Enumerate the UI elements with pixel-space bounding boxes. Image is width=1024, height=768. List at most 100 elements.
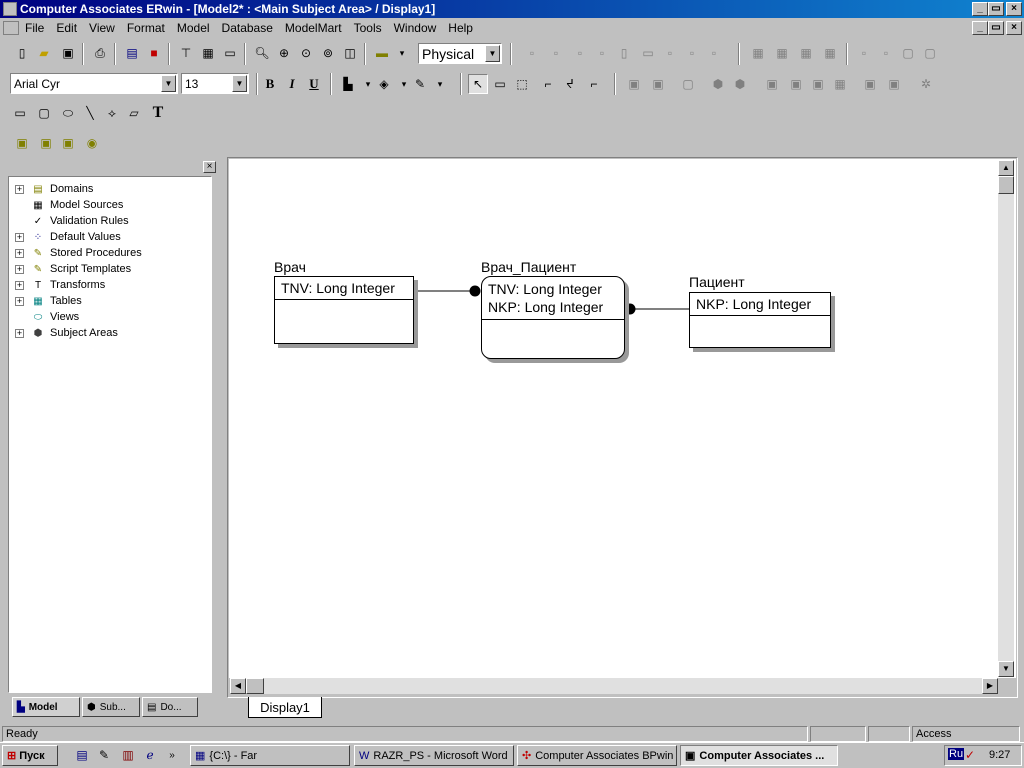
- db-icon-4[interactable]: ⬢: [730, 74, 750, 94]
- task-word[interactable]: W RAZR_PS - Microsoft Word: [354, 745, 514, 766]
- scroll-thumb-vertical[interactable]: [998, 176, 1014, 194]
- tree-item-views[interactable]: ⬭ Views: [9, 309, 79, 325]
- doc-close-button[interactable]: ×: [1006, 21, 1022, 35]
- align-icon-2[interactable]: ▫: [546, 43, 566, 63]
- font-size-select[interactable]: 13 ▼: [181, 73, 249, 94]
- align-icon-9[interactable]: ▫: [704, 43, 724, 63]
- volume-icon[interactable]: ✓: [965, 748, 975, 762]
- line-color-icon[interactable]: ◈: [374, 74, 394, 94]
- language-indicator[interactable]: Ru: [948, 748, 965, 760]
- menu-tools[interactable]: Tools: [348, 21, 388, 35]
- menu-modelmart[interactable]: ModelMart: [279, 21, 348, 35]
- panel-close-icon[interactable]: ×: [203, 161, 216, 173]
- tree-item-subject-areas[interactable]: + ⬢ Subject Areas: [9, 325, 118, 341]
- layout-icon-6[interactable]: ▫: [876, 43, 896, 63]
- more-quicklaunch-icon[interactable]: »: [162, 745, 182, 765]
- ellipse-tool-icon[interactable]: ⬭: [58, 103, 78, 123]
- menu-database[interactable]: Database: [216, 21, 279, 35]
- underline-button[interactable]: U: [304, 74, 324, 94]
- line-tool-icon[interactable]: ╲: [80, 103, 100, 123]
- scroll-up-icon[interactable]: ▲: [998, 160, 1014, 176]
- subtype-tool-icon[interactable]: ⬚: [512, 74, 532, 94]
- menu-help[interactable]: Help: [442, 21, 479, 35]
- pen-icon[interactable]: ✎: [410, 74, 430, 94]
- modelmart-icon-1[interactable]: ▣: [12, 133, 32, 153]
- align-icon-4[interactable]: ▫: [592, 43, 612, 63]
- db-icon-11[interactable]: ✲: [916, 74, 936, 94]
- maximize-button[interactable]: ▭: [988, 2, 1004, 16]
- expand-icon[interactable]: +: [15, 328, 24, 338]
- scroll-thumb-horizontal[interactable]: [246, 678, 264, 694]
- zoom-fit-icon[interactable]: ⊚: [318, 43, 338, 63]
- expand-icon[interactable]: +: [15, 296, 24, 306]
- chevron-down-icon[interactable]: ▼: [232, 75, 247, 92]
- tree-item-stored-procedures[interactable]: + ✎ Stored Procedures: [9, 245, 142, 261]
- align-icon-3[interactable]: ▫: [570, 43, 590, 63]
- tab-subject-areas[interactable]: ⬢ Sub...: [82, 697, 140, 717]
- rounded-rectangle-tool-icon[interactable]: ▢: [34, 103, 54, 123]
- align-icon-8[interactable]: ▫: [682, 43, 702, 63]
- quicklaunch-icon-2[interactable]: ✎: [94, 745, 114, 765]
- doc-minimize-button[interactable]: _: [972, 21, 988, 35]
- chevron-down-icon[interactable]: ▼: [161, 75, 176, 92]
- view-mode-select[interactable]: Physical ▼: [418, 43, 502, 64]
- pen-dropdown-icon[interactable]: ▾: [430, 74, 450, 94]
- expand-icon[interactable]: +: [15, 280, 24, 290]
- doc-restore-button[interactable]: ▭: [988, 21, 1004, 35]
- db-icon-6[interactable]: ▣: [786, 74, 806, 94]
- identifying-rel-icon[interactable]: ⌐: [538, 74, 558, 94]
- entity-tool-icon[interactable]: ▭: [490, 74, 510, 94]
- db-icon-9[interactable]: ▣: [860, 74, 880, 94]
- many-to-many-rel-icon[interactable]: ᔪ: [560, 74, 580, 94]
- zoom-out-icon[interactable]: 🔍︎: [252, 43, 272, 63]
- non-identifying-rel-icon[interactable]: ⌐: [584, 74, 604, 94]
- tab-display1[interactable]: Display1: [248, 697, 322, 718]
- new-icon[interactable]: ▯: [12, 43, 32, 63]
- zoom-in-icon[interactable]: ⊕: [274, 43, 294, 63]
- db-icon-3[interactable]: ⬢: [708, 74, 728, 94]
- db-icon-7[interactable]: ▣: [808, 74, 828, 94]
- menu-edit[interactable]: Edit: [50, 21, 83, 35]
- format-painter-icon[interactable]: ⊤: [176, 43, 196, 63]
- db-icon-2[interactable]: ▣: [648, 74, 668, 94]
- layout-icon-5[interactable]: ▫: [854, 43, 874, 63]
- db-icon-1[interactable]: ▣: [624, 74, 644, 94]
- layout-icon-8[interactable]: ▢: [920, 43, 940, 63]
- polygon-tool-icon[interactable]: ▱: [124, 103, 144, 123]
- tree-item-tables[interactable]: + ▦ Tables: [9, 293, 82, 309]
- font-name-select[interactable]: Arial Cyr ▼: [10, 73, 178, 94]
- polyline-tool-icon[interactable]: ⟡: [102, 103, 122, 123]
- align-icon-5[interactable]: ▯: [614, 43, 634, 63]
- entity-vrach[interactable]: TNV: Long Integer: [274, 276, 414, 344]
- tree-item-domains[interactable]: + ▤ Domains: [9, 181, 93, 197]
- scroll-down-icon[interactable]: ▼: [998, 661, 1014, 677]
- task-far[interactable]: ▦ {C:\} - Far: [190, 745, 350, 766]
- align-icon-1[interactable]: ▫: [522, 43, 542, 63]
- entity-patsient[interactable]: NKP: Long Integer: [689, 292, 831, 348]
- layout-icon-1[interactable]: ▦: [748, 43, 768, 63]
- menu-model[interactable]: Model: [171, 21, 216, 35]
- entity-display-icon[interactable]: ▦: [198, 43, 218, 63]
- vertical-scrollbar[interactable]: ▲ ▼: [998, 160, 1014, 677]
- layout-icon-7[interactable]: ▢: [898, 43, 918, 63]
- tree-item-default-values[interactable]: + ⁘ Default Values: [9, 229, 121, 245]
- menu-format[interactable]: Format: [121, 21, 171, 35]
- rectangle-tool-icon[interactable]: ▭: [10, 103, 30, 123]
- task-erwin[interactable]: ▣ Computer Associates ...: [680, 745, 838, 766]
- align-icon-6[interactable]: ▭: [638, 43, 658, 63]
- scroll-left-icon[interactable]: ◀: [230, 678, 246, 694]
- modelmart-icon-3[interactable]: ▣: [58, 133, 78, 153]
- zoom-normal-icon[interactable]: ⊙: [296, 43, 316, 63]
- db-icon-5[interactable]: ▣: [762, 74, 782, 94]
- open-folder-icon[interactable]: ▰: [34, 43, 54, 63]
- zoom-window-icon[interactable]: ◫: [340, 43, 360, 63]
- internet-explorer-icon[interactable]: ℯ: [140, 745, 160, 765]
- minimize-button[interactable]: _: [972, 2, 988, 16]
- layout-icon-2[interactable]: ▦: [772, 43, 792, 63]
- save-icon[interactable]: ▣: [58, 43, 78, 63]
- task-bpwin[interactable]: ✣ Computer Associates BPwin: [517, 745, 677, 766]
- scroll-right-icon[interactable]: ▶: [982, 678, 998, 694]
- expand-icon[interactable]: +: [15, 184, 24, 194]
- expand-icon[interactable]: +: [15, 264, 24, 274]
- start-button[interactable]: ⊞ Пуск: [2, 745, 58, 766]
